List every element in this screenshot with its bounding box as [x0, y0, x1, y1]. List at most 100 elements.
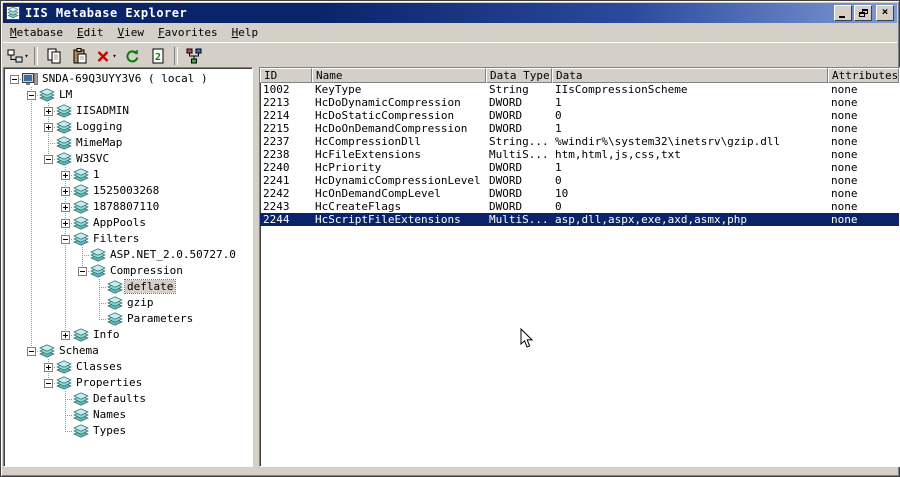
metabase-property-row-2238[interactable]: 2238 HcFileExtensions MultiS... htm,html,js…	[260, 148, 899, 161]
expand-icon[interactable]	[61, 331, 70, 340]
properties-listview: ID Name Data Type Data Attributes 1002 KeyTyp…	[259, 67, 900, 467]
tree-item-properties[interactable]: Properties	[4, 375, 252, 391]
metabase-property-row-2243[interactable]: 2243 HcCreateFlags DWORD 0 none	[260, 200, 899, 213]
cell-data: 0	[555, 200, 562, 213]
column-header-name[interactable]: Name	[312, 68, 486, 83]
svg-text:2: 2	[155, 52, 161, 63]
db-icon	[90, 264, 106, 278]
metabase-property-row-2214[interactable]: 2214 HcDoStaticCompression DWORD 0 none	[260, 109, 899, 122]
menu-favorites[interactable]: Favorites	[151, 25, 225, 41]
tree-item-defaults[interactable]: Defaults	[4, 391, 252, 407]
tree-item-asp-net-2-0-50727-0[interactable]: ASP.NET_2.0.50727.0	[4, 247, 252, 263]
db-icon	[56, 360, 72, 374]
tree-item-names[interactable]: Names	[4, 407, 252, 423]
expand-icon[interactable]	[44, 107, 53, 116]
collapse-icon[interactable]	[61, 235, 70, 244]
expand-icon[interactable]	[44, 123, 53, 132]
collapse-icon[interactable]	[78, 267, 87, 276]
metabase-property-row-2213[interactable]: 2213 HcDoDynamicCompression DWORD 1 none	[260, 96, 899, 109]
metabase-property-row-2240[interactable]: 2240 HcPriority DWORD 1 none	[260, 161, 899, 174]
metabase-property-row-2237[interactable]: 2237 HcCompressionDll String... %windir%\sy…	[260, 135, 899, 148]
expand-icon[interactable]	[61, 203, 70, 212]
tree-item-logging[interactable]: Logging	[4, 119, 252, 135]
tree-guide-line	[48, 135, 49, 143]
cell-name: HcDynamicCompressionLevel	[315, 174, 481, 187]
collapse-icon[interactable]	[44, 379, 53, 388]
paste-button[interactable]	[67, 45, 93, 67]
metabase-property-row-2241[interactable]: 2241 HcDynamicCompressionLevel DWORD 0 none	[260, 174, 899, 187]
collapse-icon[interactable]	[27, 347, 36, 356]
collapse-icon[interactable]	[10, 75, 19, 84]
tree-item-schema[interactable]: Schema	[4, 343, 252, 359]
toolbar-separator	[174, 46, 178, 65]
metabase-property-row-2215[interactable]: 2215 HcDoOnDemandCompression DWORD 1 none	[260, 122, 899, 135]
tree-item-1[interactable]: 1	[4, 167, 252, 183]
column-header-id[interactable]: ID	[260, 68, 312, 83]
close-button[interactable]: ×	[876, 5, 894, 21]
db-icon	[73, 392, 89, 406]
tree-item-lm[interactable]: LM	[4, 87, 252, 103]
metabase-property-row-2244[interactable]: 2244 HcScriptFileExtensions MultiS... asp,d…	[260, 213, 899, 226]
expand-icon[interactable]	[61, 171, 70, 180]
records-button[interactable]: 2	[145, 45, 171, 67]
tree-item-w3svc[interactable]: W3SVC	[4, 151, 252, 167]
db-icon	[73, 216, 89, 230]
tree-guide-line	[65, 279, 66, 295]
tree-item-snda-69q3uyy3v6-local[interactable]: SNDA-69Q3UYY3V6 ( local )	[4, 71, 252, 87]
refresh-icon	[124, 48, 140, 64]
tree-item-info[interactable]: Info	[4, 327, 252, 343]
tree-item-filters[interactable]: Filters	[4, 231, 252, 247]
delete-button[interactable]: ▾	[93, 45, 119, 67]
tree-guide-line	[65, 423, 66, 431]
cell-name: HcDoDynamicCompression	[315, 96, 461, 109]
cell-data: 0	[555, 109, 562, 122]
tree-item-1525003268[interactable]: 1525003268	[4, 183, 252, 199]
tree-item-label: gzip	[127, 296, 154, 309]
cell-name: HcDoOnDemandCompression	[315, 122, 468, 135]
expand-icon[interactable]	[44, 363, 53, 372]
metabase-property-row-2242[interactable]: 2242 HcOnDemandCompLevel DWORD 10 none	[260, 187, 899, 200]
expand-icon[interactable]	[61, 187, 70, 196]
tree-guide-line	[65, 391, 66, 399]
tree-item-mimemap[interactable]: MimeMap	[4, 135, 252, 151]
refresh-button[interactable]	[119, 45, 145, 67]
expand-icon[interactable]	[61, 219, 70, 228]
column-header-attributes[interactable]: Attributes	[828, 68, 899, 83]
tree-guide-line	[31, 263, 32, 279]
menu-edit[interactable]: Edit	[70, 25, 111, 41]
menu-view[interactable]: View	[110, 25, 151, 41]
column-header-data-type[interactable]: Data Type	[486, 68, 552, 83]
metabase-tree: SNDA-69Q3UYY3V6 ( local ) LM IISADMIN Loggi…	[3, 67, 253, 467]
minimize-button[interactable]	[834, 5, 852, 21]
tree-guide-line	[31, 295, 32, 311]
column-header-data[interactable]: Data	[552, 68, 828, 83]
tree-item-gzip[interactable]: gzip	[4, 295, 252, 311]
tree-item-types[interactable]: Types	[4, 423, 252, 439]
cell-id: 2213	[263, 96, 290, 109]
metabase-property-row-1002[interactable]: 1002 KeyType String IIsCompressionScheme non…	[260, 83, 899, 96]
tree-guide-line	[65, 407, 66, 415]
paste-icon	[72, 47, 88, 64]
tree-item-parameters[interactable]: Parameters	[4, 311, 252, 327]
cell-id: 2214	[263, 109, 290, 122]
collapse-icon[interactable]	[27, 91, 36, 100]
cell-data-type: String	[489, 83, 529, 96]
db-icon	[56, 120, 72, 134]
tree-item-1878807110[interactable]: 1878807110	[4, 199, 252, 215]
connect-button[interactable]: ▾	[5, 45, 31, 67]
tree-item-classes[interactable]: Classes	[4, 359, 252, 375]
network-button[interactable]	[181, 45, 207, 67]
cell-data: asp,dll,aspx,exe,axd,asmx,php	[555, 213, 748, 226]
restore-button[interactable]	[854, 5, 872, 21]
menu-metabase[interactable]: Metabase	[3, 25, 70, 41]
main-area: SNDA-69Q3UYY3V6 ( local ) LM IISADMIN Loggi…	[3, 67, 900, 467]
tree-item-compression[interactable]: Compression	[4, 263, 252, 279]
collapse-icon[interactable]	[44, 155, 53, 164]
menu-help[interactable]: Help	[225, 25, 266, 41]
tree-item-iisadmin[interactable]: IISADMIN	[4, 103, 252, 119]
tree-item-deflate[interactable]: deflate	[4, 279, 252, 295]
cell-attributes: none	[831, 174, 858, 187]
copy-button[interactable]	[41, 45, 67, 67]
tree-item-label: Names	[93, 408, 127, 421]
tree-item-apppools[interactable]: AppPools	[4, 215, 252, 231]
